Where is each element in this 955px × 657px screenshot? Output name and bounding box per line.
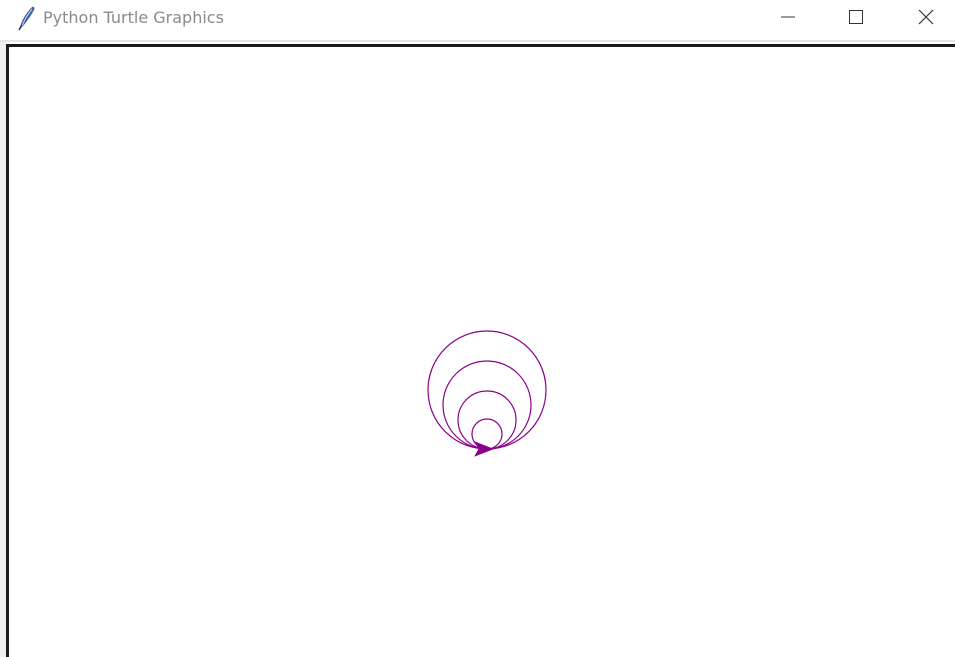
circle-3 (442, 360, 532, 450)
title-separator (0, 40, 955, 42)
turtle-drawing (427, 330, 547, 450)
turtle-window: Python Turtle Graphics (0, 0, 955, 657)
title-bar[interactable]: Python Turtle Graphics (0, 0, 955, 38)
feather-icon (18, 6, 35, 31)
close-button[interactable] (896, 0, 955, 34)
turtle-cursor-icon (474, 441, 495, 457)
arrow-shape (474, 441, 495, 457)
turtle-canvas[interactable] (9, 47, 955, 657)
maximize-icon (849, 10, 863, 24)
maximize-button[interactable] (826, 0, 886, 34)
close-icon (918, 9, 934, 25)
minimize-button[interactable] (758, 0, 818, 34)
minimize-icon (781, 16, 795, 18)
circle-2 (457, 390, 517, 450)
window-title: Python Turtle Graphics (43, 8, 224, 27)
